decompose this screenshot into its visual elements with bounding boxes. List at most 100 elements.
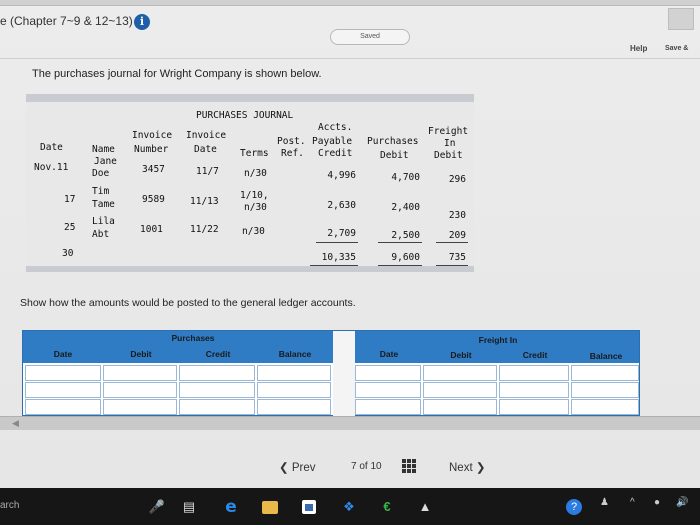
horizontal-scrollbar[interactable]	[0, 416, 700, 430]
prev-button[interactable]: ❮ Prev	[279, 460, 316, 474]
purchases-debit-input-3[interactable]	[103, 399, 177, 415]
dropbox-icon[interactable]: ❖	[340, 498, 358, 516]
row3-freight: 209	[448, 230, 466, 241]
header-post: Post.	[277, 136, 306, 147]
purchases-date-input-2[interactable]	[25, 382, 101, 398]
row2-inv-date: 11/13	[190, 196, 219, 207]
total-date: 30	[62, 248, 74, 259]
chevron-up-icon[interactable]: ^	[630, 497, 635, 508]
row3-number: 1001	[140, 224, 163, 235]
microphone-icon[interactable]: 🎤	[148, 498, 166, 516]
next-button[interactable]: Next ❯	[449, 460, 486, 474]
purchases-debit-header: Debit	[130, 349, 152, 359]
freight-date-input-3[interactable]	[355, 399, 421, 415]
journal-title: PURCHASES JOURNAL	[196, 110, 294, 121]
freight-balance-input-1[interactable]	[571, 365, 639, 381]
purchases-debit-input-1[interactable]	[103, 365, 177, 381]
freight-date-input-1[interactable]	[355, 365, 421, 381]
app-icon-2[interactable]: ▲	[416, 498, 434, 516]
header-freight-1: Freight	[428, 126, 469, 137]
row2-ap: 2,630	[327, 200, 356, 211]
page-indicator: 7 of 10	[351, 461, 382, 472]
header-invoice-2: Invoice	[186, 130, 227, 141]
freight-account-title: Freight In	[478, 335, 518, 345]
purchases-debit-input-2[interactable]	[103, 382, 177, 398]
header-debit-purchases: Debit	[380, 150, 409, 161]
page-current: 7	[351, 461, 357, 472]
page-total: 10	[370, 461, 382, 472]
question-intro: The purchases journal for Wright Company…	[32, 68, 322, 80]
total-line-purchases	[378, 242, 422, 243]
freight-credit-input-3[interactable]	[499, 399, 569, 415]
header-inv-date: Date	[194, 144, 217, 155]
assignment-title: e (Chapter 7~9 & 12~13)	[0, 14, 133, 28]
freight-credit-header: Credit	[522, 350, 548, 360]
info-icon[interactable]: i	[134, 14, 150, 30]
prev-label: Prev	[291, 462, 316, 474]
purchases-date-header: Date	[53, 349, 73, 359]
purchases-credit-input-3[interactable]	[179, 399, 255, 415]
header-credit: Credit	[318, 148, 353, 159]
purchases-credit-input-2[interactable]	[179, 382, 255, 398]
save-exit-link[interactable]: Save &	[665, 45, 688, 52]
row2-name-2: Tame	[92, 199, 115, 210]
freight-debit-input-1[interactable]	[423, 365, 497, 381]
instruction-text: Show how the amounts would be posted to …	[20, 297, 356, 309]
purchases-balance-input-1[interactable]	[257, 365, 331, 381]
help-link[interactable]: Help	[630, 44, 647, 53]
purchases-date-input-3[interactable]	[25, 399, 101, 415]
freight-debit-input-2[interactable]	[423, 382, 497, 398]
saved-status-badge: Saved	[330, 29, 410, 45]
app-icon[interactable]: €	[378, 498, 396, 516]
store-icon[interactable]	[302, 500, 316, 514]
total-freight: 735	[448, 252, 466, 263]
corner-tab-icon[interactable]	[668, 8, 694, 30]
file-explorer-icon[interactable]	[262, 501, 278, 514]
row1-ap: 4,996	[327, 170, 356, 181]
row2-terms-2: n/30	[244, 202, 267, 213]
scroll-left-icon[interactable]: ◀	[12, 418, 19, 429]
page-of: of	[359, 461, 368, 472]
purchases-credit-input-1[interactable]	[179, 365, 255, 381]
freight-balance-input-3[interactable]	[571, 399, 639, 415]
row3-date: 25	[64, 222, 76, 233]
freight-balance-input-2[interactable]	[571, 382, 639, 398]
header-number: Number	[134, 144, 169, 155]
freight-date-input-2[interactable]	[355, 382, 421, 398]
edge-browser-icon[interactable]: e	[222, 498, 240, 516]
row2-terms-1: 1/10,	[240, 190, 269, 201]
row1-name-1: Jane	[94, 156, 117, 167]
help-icon[interactable]: ?	[566, 499, 582, 515]
freight-credit-input-2[interactable]	[499, 382, 569, 398]
header-ref: Ref.	[281, 148, 304, 159]
total-ap: 10,335	[321, 252, 356, 263]
freight-balance-header: Balance	[589, 351, 623, 361]
row1-purchases: 4,700	[391, 172, 420, 183]
header-debit-freight: Debit	[434, 150, 463, 161]
volume-icon[interactable]: 🔊	[676, 497, 688, 508]
tray-icon[interactable]: ●	[654, 497, 660, 508]
row3-name-1: Lila	[92, 216, 115, 227]
purchases-balance-input-2[interactable]	[257, 382, 331, 398]
task-view-icon[interactable]: ▤	[180, 498, 198, 516]
header-accts-1: Accts.	[318, 122, 353, 133]
freight-credit-input-1[interactable]	[499, 365, 569, 381]
row3-name-2: Abt	[92, 229, 110, 240]
purchases-date-input-1[interactable]	[25, 365, 101, 381]
row1-freight: 296	[448, 174, 466, 185]
freight-debit-header: Debit	[450, 350, 472, 360]
purchases-credit-header: Credit	[205, 349, 231, 359]
next-label: Next	[449, 462, 473, 474]
people-icon[interactable]: ♟	[600, 497, 609, 508]
row3-purchases: 2,500	[391, 230, 420, 241]
header-date: Date	[40, 142, 63, 153]
row2-date: 17	[64, 194, 76, 205]
row2-purchases: 2,400	[391, 202, 420, 213]
freight-debit-input-3[interactable]	[423, 399, 497, 415]
purchases-balance-input-3[interactable]	[257, 399, 331, 415]
taskbar-search[interactable]: arch	[0, 500, 19, 511]
grid-view-icon[interactable]	[402, 459, 416, 473]
header-purchases: Purchases	[367, 136, 419, 147]
header-name: Name	[92, 144, 115, 155]
chevron-right-icon: ❯	[472, 462, 486, 474]
